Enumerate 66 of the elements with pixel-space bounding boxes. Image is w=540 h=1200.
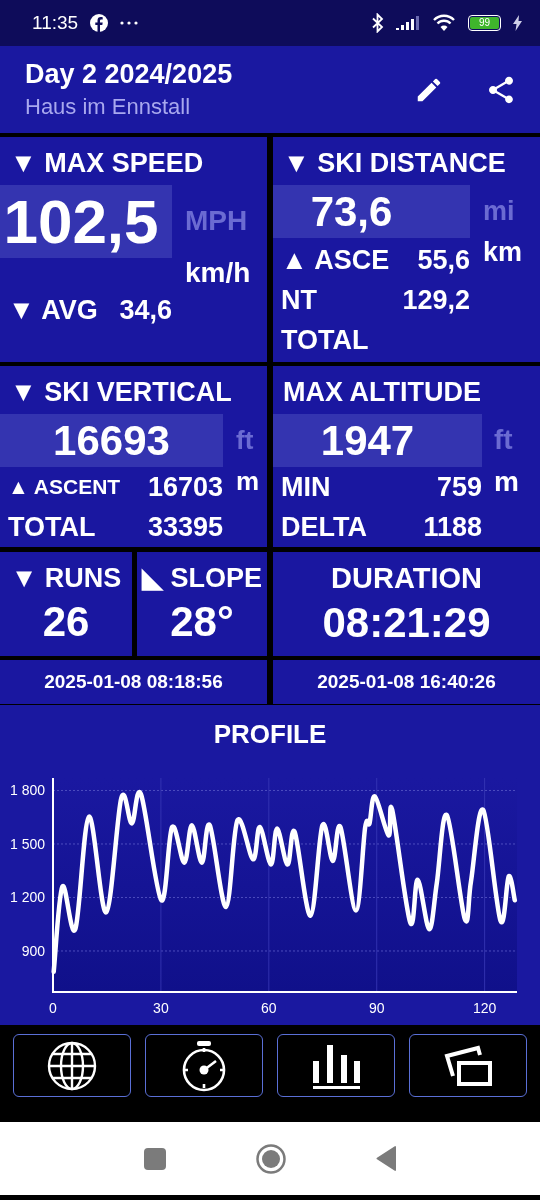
home-icon[interactable]	[255, 1143, 286, 1174]
unit-option[interactable]: m	[494, 467, 540, 498]
stat-label: TOTAL	[281, 324, 369, 356]
statistics-button[interactable]	[277, 1034, 395, 1097]
main-value: 28°	[170, 598, 234, 646]
stat-label: MIN	[281, 471, 331, 503]
photos-icon	[443, 1043, 493, 1088]
card-title: ▼ MAX SPEED	[9, 146, 205, 180]
stat-value: 1188	[423, 511, 482, 543]
more-icon	[120, 21, 139, 25]
axis-label: 1 500	[9, 836, 45, 852]
axis-label: 900	[21, 943, 45, 959]
recent-apps-icon[interactable]	[143, 1147, 166, 1170]
battery-percentage: 99	[470, 17, 499, 29]
bar-chart-icon	[311, 1042, 361, 1089]
trip-title: Day 2 2024/2025	[25, 59, 234, 90]
axis-label: 0	[49, 1000, 57, 1016]
resort-name: Haus im Ennstall	[25, 94, 192, 120]
axis-label: 30	[153, 1000, 169, 1016]
wifi-icon	[432, 14, 456, 32]
stat-label: NT	[281, 284, 317, 316]
main-value: 73,6	[273, 185, 470, 238]
stat-value: 16703	[147, 471, 223, 503]
main-value: 26	[42, 597, 90, 646]
clock-time: 11:35	[32, 12, 79, 34]
facebook-icon	[90, 14, 109, 32]
card-title: ◣ SLOPE	[142, 562, 262, 594]
timestamp: 2025-01-08 08:18:56	[44, 671, 223, 693]
chart-title: PROFILE	[213, 719, 327, 751]
axis-label: 1 200	[9, 889, 45, 906]
stat-value: 55,6	[417, 244, 470, 276]
card-title: ▼ RUNS	[10, 562, 122, 594]
stat-value: 33395	[147, 511, 223, 543]
main-value: 102,5	[0, 185, 172, 258]
unit-option[interactable]: m	[236, 467, 267, 496]
axis-label: 60	[261, 1000, 277, 1016]
stat-label: ▼ AVG	[8, 294, 98, 326]
stat-value: 34,6	[119, 294, 172, 326]
stopwatch-icon	[181, 1039, 227, 1092]
card-title: ▼ SKI VERTICAL	[9, 375, 233, 409]
card-title: DURATION	[331, 561, 482, 595]
gallery-button[interactable]	[409, 1034, 527, 1097]
card-title: MAX ALTITUDE	[282, 375, 482, 409]
stat-label: ▲ ASCENT	[8, 475, 121, 499]
stopwatch-button[interactable]	[145, 1034, 263, 1097]
unit-option[interactable]: km	[483, 238, 540, 268]
stat-label: TOTAL	[8, 511, 96, 543]
charging-bolt-icon	[513, 15, 522, 31]
timestamp: 2025-01-08 16:40:26	[317, 671, 496, 693]
stat-value: 129,2	[402, 284, 470, 316]
main-value: 08:21:29	[322, 598, 491, 647]
bluetooth-icon	[372, 13, 384, 33]
map-button[interactable]	[13, 1034, 131, 1097]
stat-value: 759	[436, 471, 482, 503]
axis-label: 90	[368, 1000, 385, 1016]
unit-option[interactable]: km/h	[185, 258, 267, 289]
stat-label: DELTA	[281, 511, 367, 543]
axis-label: 120	[472, 1000, 497, 1016]
main-value: 1947	[273, 414, 482, 467]
card-title: ▼ SKI DISTANCE	[282, 146, 507, 180]
back-icon[interactable]	[375, 1146, 397, 1171]
stat-label: ▲ ASCE	[281, 244, 390, 276]
signal-icon	[396, 16, 420, 30]
main-value: 16693	[0, 414, 223, 467]
axis-label: 1 800	[9, 782, 45, 799]
globe-icon	[47, 1040, 97, 1091]
